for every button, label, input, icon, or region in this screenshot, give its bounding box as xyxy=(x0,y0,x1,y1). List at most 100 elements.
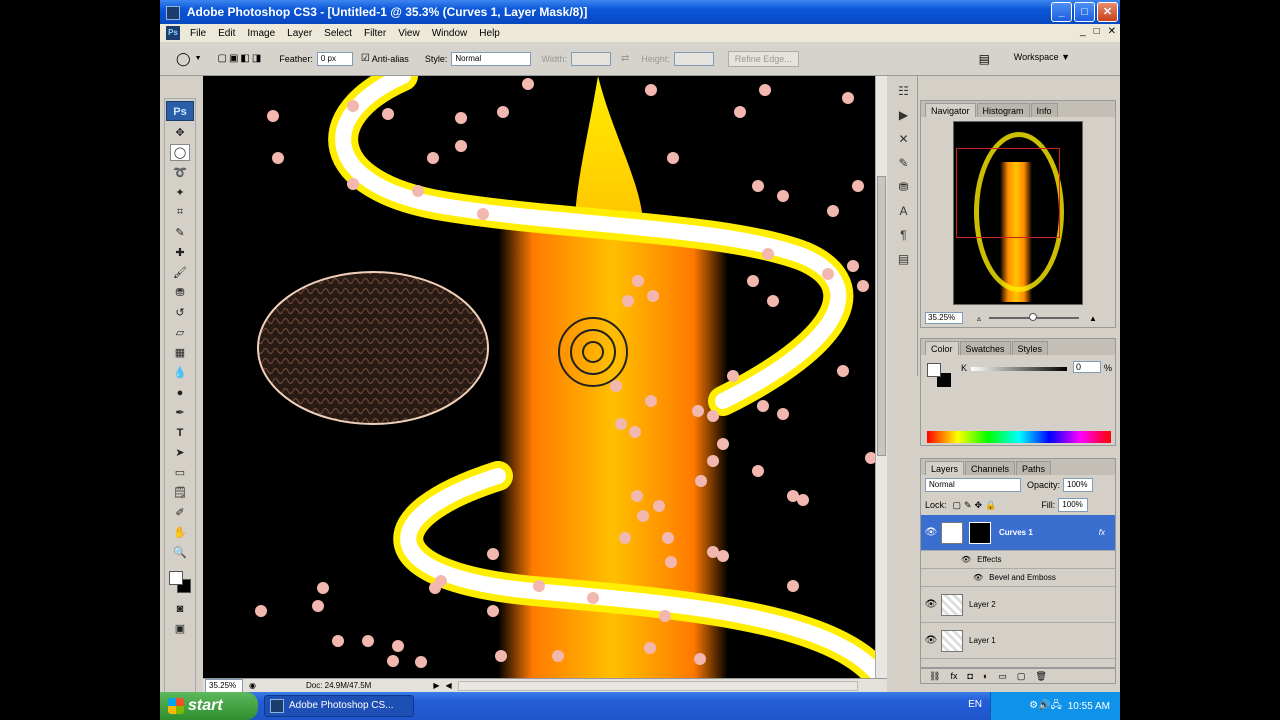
visibility-eye-icon[interactable]: 👁 xyxy=(921,599,941,610)
eraser-tool-icon[interactable]: ▱ xyxy=(170,324,190,341)
feather-input[interactable]: 0 px xyxy=(316,51,353,66)
document-icon[interactable]: Ps xyxy=(166,26,180,40)
navigator-view-rect[interactable] xyxy=(956,148,1060,238)
notes-tool-icon[interactable]: 🗒 xyxy=(170,484,190,501)
gradient-tool-icon[interactable]: ▦ xyxy=(170,344,190,361)
brush-tool-icon[interactable]: 🖌 xyxy=(170,264,190,281)
tool-presets-icon[interactable]: ✕ xyxy=(894,130,914,148)
tray-icons[interactable]: ⚙🔊🖧 xyxy=(1029,698,1062,715)
tab-paths[interactable]: Paths xyxy=(1016,461,1052,475)
blur-tool-icon[interactable]: 💧 xyxy=(170,364,190,381)
foreground-color-swatch[interactable] xyxy=(169,571,183,585)
tab-info[interactable]: Info xyxy=(1030,103,1058,117)
color-fg-swatch[interactable] xyxy=(927,363,941,377)
start-button[interactable]: start xyxy=(160,692,258,720)
pen-tool-icon[interactable]: ✒ xyxy=(170,404,190,421)
zoom-level-field[interactable]: 35.25% xyxy=(205,678,243,693)
link-layers-icon[interactable]: ⛓ xyxy=(929,671,940,682)
swap-icon[interactable]: ⇄ xyxy=(621,53,629,64)
k-value-field[interactable]: 0 xyxy=(1073,361,1101,373)
healing-brush-tool-icon[interactable]: ✚ xyxy=(170,244,190,261)
effects-row[interactable]: 👁 Effects xyxy=(921,551,1115,569)
blend-mode-select[interactable]: Normal xyxy=(925,478,1021,492)
refine-edge-button[interactable]: Refine Edge... xyxy=(727,50,799,67)
elliptical-marquee-preset-icon[interactable]: ◯ xyxy=(176,51,191,67)
doc-close-button[interactable]: ✕ xyxy=(1108,26,1116,37)
type-tool-icon[interactable]: T xyxy=(170,424,190,441)
minimize-button[interactable]: _ xyxy=(1051,2,1072,22)
menu-select[interactable]: Select xyxy=(318,28,358,39)
move-tool-icon[interactable]: ✥ xyxy=(170,124,190,141)
layer-comps-icon[interactable]: ▤ xyxy=(894,250,914,268)
clone-stamp-tool-icon[interactable]: ⛃ xyxy=(170,284,190,301)
zoom-slider[interactable] xyxy=(989,313,1080,321)
clone-source-icon[interactable]: ⛃ xyxy=(894,178,914,196)
tab-color[interactable]: Color xyxy=(925,341,959,355)
dodge-tool-icon[interactable]: ● xyxy=(170,384,190,401)
height-input[interactable] xyxy=(673,51,714,66)
k-slider[interactable] xyxy=(971,367,1067,371)
adjustment-layer-icon[interactable]: ◐ xyxy=(983,671,988,681)
magic-wand-tool-icon[interactable]: ✦ xyxy=(170,184,190,201)
color-spectrum-bar[interactable] xyxy=(927,431,1111,443)
history-icon[interactable]: ☷ xyxy=(894,82,914,100)
zoom-in-icon[interactable]: ▲ xyxy=(1089,314,1097,323)
add-style-icon[interactable]: fx xyxy=(950,671,957,681)
horizontal-scrollbar[interactable] xyxy=(457,680,858,691)
slice-tool-icon[interactable]: ✎ xyxy=(170,224,190,241)
visibility-eye-icon[interactable]: 👁 xyxy=(921,527,941,538)
paragraph-icon[interactable]: ¶ xyxy=(894,226,914,244)
selection-mode-icons[interactable]: ▢▣◧◨ xyxy=(218,53,264,64)
doc-minimize-button[interactable]: _ xyxy=(1080,26,1086,37)
taskbar-photoshop-button[interactable]: Adobe Photoshop CS... xyxy=(264,695,414,717)
layer-row-layer-1[interactable]: 👁 Layer 1 xyxy=(921,623,1115,659)
eyedropper-tool-icon[interactable]: ✐ xyxy=(170,504,190,521)
layer-mask-thumb[interactable] xyxy=(969,521,991,544)
add-mask-icon[interactable]: ◘ xyxy=(967,671,972,681)
fill-field[interactable]: 100% xyxy=(1058,498,1089,512)
tab-navigator[interactable]: Navigator xyxy=(925,103,976,117)
elliptical-marquee-tool-icon[interactable]: ◯ xyxy=(170,144,190,161)
tab-layers[interactable]: Layers xyxy=(925,461,965,475)
width-input[interactable] xyxy=(570,51,611,66)
new-layer-icon[interactable]: ▢ xyxy=(1017,671,1026,682)
menu-image[interactable]: Image xyxy=(241,28,281,39)
zoom-out-icon[interactable]: ▵ xyxy=(977,314,981,323)
status-menu-arrow-icon[interactable]: ▶ xyxy=(433,681,439,690)
hand-tool-icon[interactable]: ✋ xyxy=(170,524,190,541)
visibility-eye-icon[interactable]: 👁 xyxy=(921,635,941,646)
doc-restore-button[interactable]: □ xyxy=(1094,26,1100,37)
lock-icons[interactable]: ▢✎✥🔒 xyxy=(953,500,1000,511)
tab-swatches[interactable]: Swatches xyxy=(959,341,1011,355)
navigator-thumbnail[interactable] xyxy=(953,121,1083,305)
layer-row-layer-2[interactable]: 👁 Layer 2 xyxy=(921,587,1115,623)
path-selection-tool-icon[interactable]: ➤ xyxy=(170,444,190,461)
menu-layer[interactable]: Layer xyxy=(281,28,318,39)
ps-logo[interactable]: Ps xyxy=(166,101,194,121)
antialias-checkbox[interactable]: ☑ xyxy=(361,53,370,64)
color-swatches[interactable] xyxy=(167,569,193,597)
bevel-emboss-row[interactable]: 👁 Bevel and Emboss xyxy=(921,569,1115,587)
color-fg-bg[interactable] xyxy=(927,363,953,389)
history-brush-tool-icon[interactable]: ↺ xyxy=(170,304,190,321)
canvas-vertical-scrollbar[interactable] xyxy=(875,76,887,678)
close-button[interactable]: ✕ xyxy=(1097,2,1118,22)
effects-eye-icon[interactable]: 👁 xyxy=(961,555,971,564)
tab-styles[interactable]: Styles xyxy=(1011,341,1049,355)
menu-file[interactable]: File xyxy=(184,28,212,39)
character-icon[interactable]: A xyxy=(894,202,914,220)
bevel-eye-icon[interactable]: 👁 xyxy=(973,573,983,582)
status-icon[interactable]: ◉ xyxy=(249,681,256,690)
menu-window[interactable]: Window xyxy=(426,28,474,39)
lasso-tool-icon[interactable]: ➰ xyxy=(170,164,190,181)
navigator-zoom-field[interactable]: 35.25% xyxy=(925,312,963,324)
opacity-field[interactable]: 100% xyxy=(1063,478,1094,492)
shape-tool-icon[interactable]: ▭ xyxy=(170,464,190,481)
document-canvas[interactable] xyxy=(203,76,875,678)
workspace-menu[interactable]: Workspace ▼ xyxy=(1014,52,1070,62)
preset-dropdown-icon[interactable]: ▼ xyxy=(195,55,202,62)
tab-channels[interactable]: Channels xyxy=(965,461,1016,475)
new-group-icon[interactable]: ▭ xyxy=(998,671,1007,682)
quick-mask-icon[interactable]: ◙ xyxy=(170,600,190,617)
tab-histogram[interactable]: Histogram xyxy=(976,103,1030,117)
